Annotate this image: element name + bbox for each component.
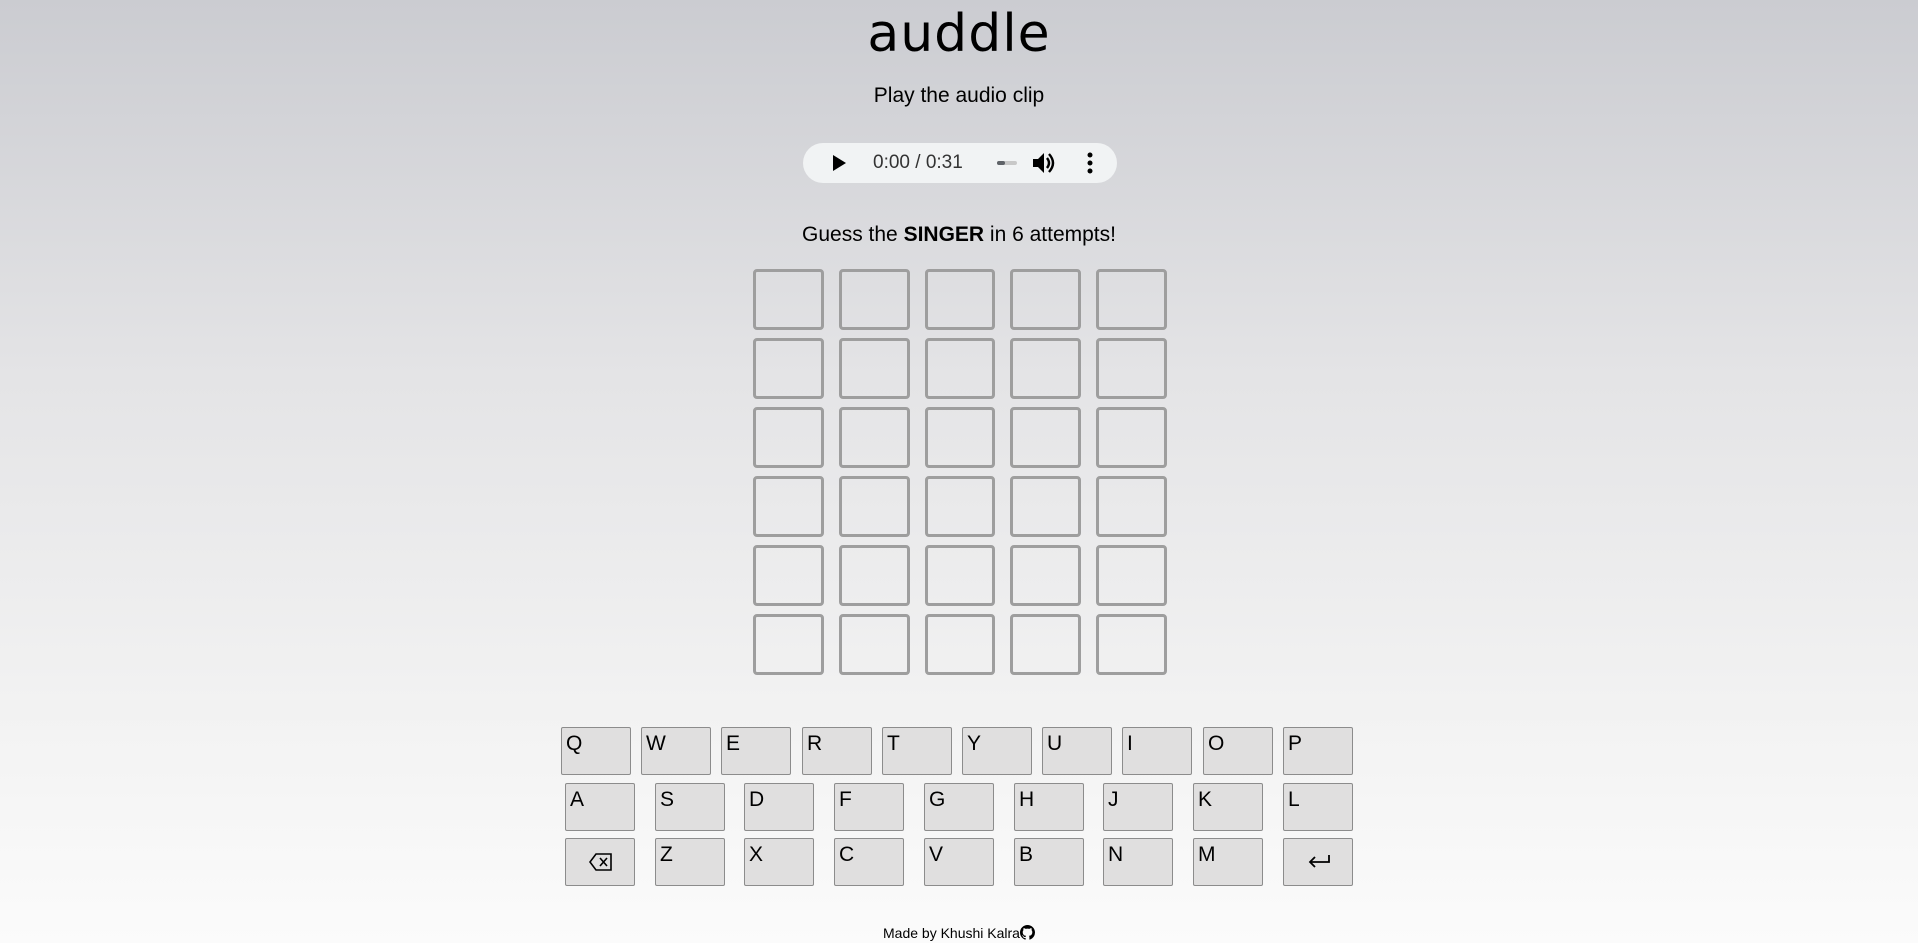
- app-logo: auddle: [867, 4, 1051, 64]
- guess-row: [753, 476, 1167, 537]
- letter-tile: [924, 476, 996, 537]
- audio-progress-bar[interactable]: [997, 161, 1017, 165]
- footer-prefix: Made by: [883, 925, 941, 941]
- guess-grid: [753, 269, 1167, 683]
- letter-tile: [753, 545, 824, 606]
- key-o[interactable]: O: [1203, 727, 1273, 775]
- key-v[interactable]: V: [924, 838, 994, 886]
- backspace-icon: [589, 853, 612, 871]
- github-icon[interactable]: [1019, 925, 1035, 940]
- letter-tile: [924, 545, 996, 606]
- guess-row: [753, 545, 1167, 606]
- key-t[interactable]: T: [882, 727, 952, 775]
- letter-tile: [924, 269, 996, 330]
- key-x[interactable]: X: [744, 838, 814, 886]
- letter-tile: [1096, 614, 1167, 675]
- letter-tile: [838, 614, 910, 675]
- key-c[interactable]: C: [834, 838, 904, 886]
- key-r[interactable]: R: [802, 727, 872, 775]
- key-q[interactable]: Q: [561, 727, 631, 775]
- key-a[interactable]: A: [565, 783, 635, 831]
- play-icon[interactable]: [833, 155, 846, 171]
- footer: Made by Khushi Kalra: [0, 924, 1918, 942]
- letter-tile: [753, 407, 824, 468]
- key-n[interactable]: N: [1103, 838, 1173, 886]
- letter-tile: [1010, 476, 1082, 537]
- key-y[interactable]: Y: [962, 727, 1032, 775]
- key-e[interactable]: E: [721, 727, 791, 775]
- letter-tile: [1010, 614, 1082, 675]
- letter-tile: [838, 338, 910, 399]
- letter-tile: [838, 269, 910, 330]
- letter-tile: [753, 338, 824, 399]
- letter-tile: [753, 476, 824, 537]
- key-s[interactable]: S: [655, 783, 725, 831]
- key-w[interactable]: W: [641, 727, 711, 775]
- letter-tile: [924, 614, 996, 675]
- audio-progress-fill: [997, 161, 1005, 165]
- audio-time: 0:00 / 0:31: [873, 152, 963, 173]
- key-z[interactable]: Z: [655, 838, 725, 886]
- author-link[interactable]: Khushi Kalra: [941, 925, 1020, 941]
- prompt-text-after: in 6 attempts!: [984, 223, 1116, 246]
- key-j[interactable]: J: [1103, 783, 1173, 831]
- enter-icon: [1308, 855, 1330, 868]
- letter-tile: [753, 269, 824, 330]
- letter-tile: [753, 614, 824, 675]
- key-f[interactable]: F: [834, 783, 904, 831]
- letter-tile: [1096, 407, 1167, 468]
- key-m[interactable]: M: [1193, 838, 1263, 886]
- key-g[interactable]: G: [924, 783, 994, 831]
- letter-tile: [838, 545, 910, 606]
- key-h[interactable]: H: [1014, 783, 1084, 831]
- guess-row: [753, 407, 1167, 468]
- letter-tile: [924, 407, 996, 468]
- prompt-category: SINGER: [903, 223, 985, 246]
- letter-tile: [1096, 269, 1167, 330]
- guess-row: [753, 338, 1167, 399]
- game-prompt: Guess the SINGER in 6 attempts!: [0, 222, 1918, 248]
- letter-tile: [1010, 338, 1082, 399]
- letter-tile: [1010, 545, 1082, 606]
- letter-tile: [1096, 545, 1167, 606]
- volume-icon[interactable]: [1031, 151, 1057, 175]
- key-u[interactable]: U: [1042, 727, 1112, 775]
- key-i[interactable]: I: [1122, 727, 1192, 775]
- guess-row: [753, 269, 1167, 330]
- letter-tile: [838, 476, 910, 537]
- more-options-icon[interactable]: [1087, 152, 1093, 174]
- guess-row: [753, 614, 1167, 675]
- letter-tile: [1096, 476, 1167, 537]
- key-p[interactable]: P: [1283, 727, 1353, 775]
- key-backspace[interactable]: [565, 838, 635, 886]
- key-k[interactable]: K: [1193, 783, 1263, 831]
- letter-tile: [1096, 338, 1167, 399]
- letter-tile: [924, 338, 996, 399]
- key-b[interactable]: B: [1014, 838, 1084, 886]
- audio-player[interactable]: 0:00 / 0:31: [803, 143, 1117, 183]
- letter-tile: [1010, 407, 1082, 468]
- page-subtitle: Play the audio clip: [873, 84, 1045, 107]
- key-l[interactable]: L: [1283, 783, 1353, 831]
- letter-tile: [838, 407, 910, 468]
- key-d[interactable]: D: [744, 783, 814, 831]
- letter-tile: [1010, 269, 1082, 330]
- prompt-text-before: Guess the: [802, 223, 904, 246]
- key-enter[interactable]: [1283, 838, 1353, 886]
